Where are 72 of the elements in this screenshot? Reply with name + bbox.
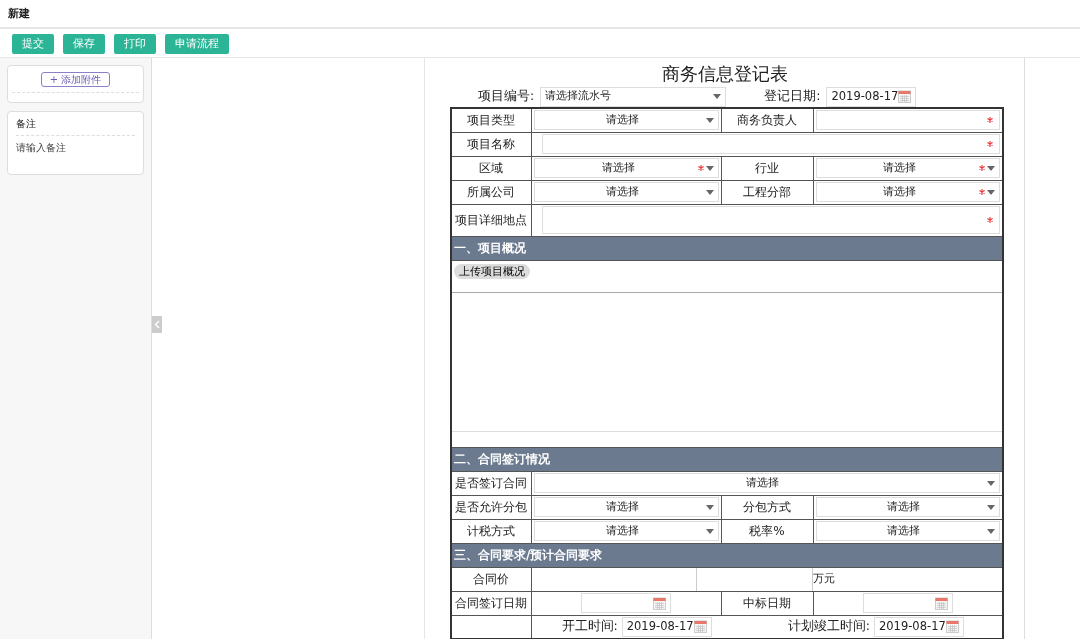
date-field[interactable] xyxy=(581,593,671,613)
dropdown-caret-icon xyxy=(705,165,714,171)
calendar-icon[interactable] xyxy=(934,596,948,610)
select-field[interactable]: 请选择 xyxy=(533,182,719,202)
select-field[interactable]: 请选择 xyxy=(815,521,1000,541)
calendar-icon[interactable] xyxy=(653,596,666,610)
field-label: 开工时间: xyxy=(561,617,618,636)
chevron-left-icon xyxy=(154,320,160,329)
dropdown-caret-icon xyxy=(987,165,995,171)
section-header: 三、合同要求/预计合同要求 xyxy=(451,543,1003,567)
field-label: 税率% xyxy=(721,519,813,543)
select-field[interactable]: 请选择 xyxy=(815,158,1000,178)
field-label: 登记日期: xyxy=(764,87,821,106)
field-label: 项目详细地点 xyxy=(451,204,531,236)
required-icon xyxy=(987,141,993,147)
remarks-label: 备注 xyxy=(16,118,36,129)
dropdown-caret-icon xyxy=(987,189,995,195)
field-label: 合同价 xyxy=(451,567,531,591)
field-label: 项目类型 xyxy=(451,108,531,132)
select-field[interactable]: 请选择 xyxy=(533,521,719,541)
form-title: 商务信息登记表 xyxy=(660,62,789,86)
calendar-icon[interactable] xyxy=(693,620,707,633)
collapse-handle[interactable] xyxy=(152,316,162,333)
date-field[interactable]: 2019-08-17 xyxy=(873,616,964,637)
field-label: 分包方式 xyxy=(721,495,813,519)
select-field[interactable]: 请选择 xyxy=(533,497,719,517)
field-label: 商务负责人 xyxy=(721,108,813,132)
dropdown-caret-icon xyxy=(987,480,995,486)
date-field[interactable] xyxy=(862,593,953,613)
input-field[interactable] xyxy=(815,110,1000,131)
field-label: 计税方式 xyxy=(451,519,531,543)
dropdown-caret-icon xyxy=(705,528,714,534)
select-field[interactable]: 请选择 xyxy=(533,110,719,131)
field-label: 合同签订日期 xyxy=(451,591,531,615)
dropdown-caret-icon xyxy=(987,528,995,534)
input-field[interactable] xyxy=(541,206,1000,234)
calendar-icon[interactable] xyxy=(945,620,959,633)
date-field[interactable]: 2019-08-17 xyxy=(826,86,917,107)
required-icon xyxy=(697,165,704,171)
add-attachment-button[interactable]: + 添加附件 xyxy=(40,72,111,87)
select-field[interactable]: 请选择 xyxy=(533,158,719,178)
required-icon xyxy=(979,165,985,171)
select-field[interactable]: 请选择流水号 xyxy=(540,86,727,107)
dropdown-caret-icon xyxy=(705,504,714,510)
section-header: 二、合同签订情况 xyxy=(451,447,1003,471)
field-label: 计划竣工时间: xyxy=(787,617,870,636)
dropdown-caret-icon xyxy=(713,94,722,99)
field-label: 是否签订合同 xyxy=(451,471,531,495)
select-field[interactable]: 请选择 xyxy=(533,473,1000,493)
date-field[interactable]: 2019-08-17 xyxy=(621,616,712,637)
field-label: 行业 xyxy=(721,156,813,180)
field-label: 工程分部 xyxy=(721,180,813,204)
dropdown-caret-icon xyxy=(987,504,995,510)
required-icon xyxy=(979,189,985,195)
page-title: 新建 xyxy=(0,0,1080,29)
dropdown-caret-icon xyxy=(705,117,714,123)
unit-label: 万元 xyxy=(812,570,835,587)
field-label: 区域 xyxy=(451,156,531,180)
input-field[interactable] xyxy=(541,134,1000,154)
required-icon xyxy=(987,217,993,223)
field-label: 所属公司 xyxy=(451,180,531,204)
calendar-icon[interactable] xyxy=(898,90,912,103)
section-header: 一、项目概况 xyxy=(451,236,1003,260)
field-label: 项目编号: xyxy=(478,87,535,106)
field-label: 项目名称 xyxy=(451,132,531,156)
required-icon xyxy=(987,117,993,124)
select-field[interactable]: 请选择 xyxy=(815,182,1000,202)
upload-button[interactable]: 上传项目概况 xyxy=(454,263,530,279)
field-label: 中标日期 xyxy=(721,591,813,615)
dropdown-caret-icon xyxy=(705,189,714,195)
select-field[interactable]: 请选择 xyxy=(815,497,1000,517)
field-label: 是否允许分包 xyxy=(451,495,531,519)
